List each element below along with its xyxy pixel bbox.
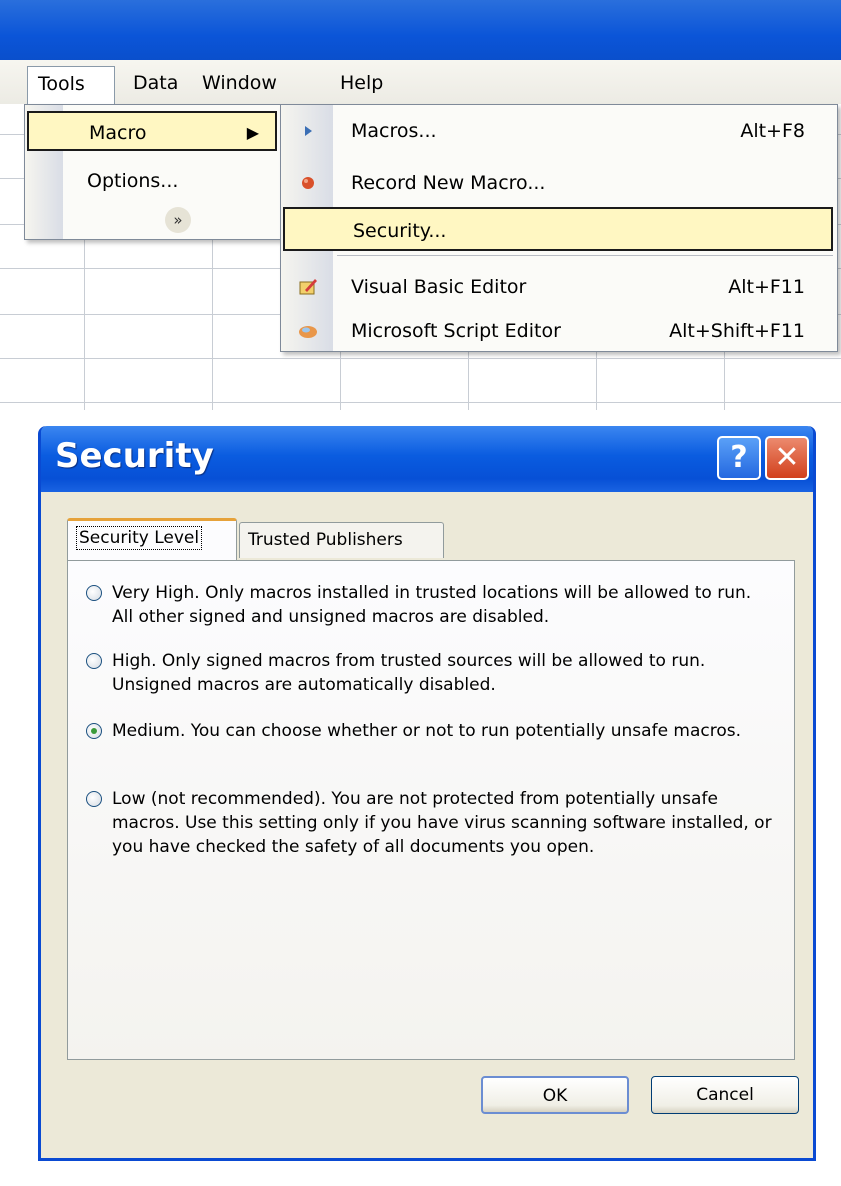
menu-item-macros-label: Macros... [351, 120, 437, 142]
option-high-label: High. Only signed macros from trusted so… [112, 651, 706, 695]
menu-item-options[interactable]: Options... [27, 161, 277, 201]
menu-window[interactable]: Window [192, 66, 287, 100]
menu-item-record-label: Record New Macro... [351, 172, 546, 194]
menu-item-script-editor[interactable]: Microsoft Script Editor Alt+Shift+F11 [283, 309, 833, 353]
cancel-button[interactable]: Cancel [651, 1076, 799, 1114]
dialog-title: Security [55, 436, 214, 476]
menu-item-macro-label: Macro [89, 122, 147, 144]
window-title-bar [0, 0, 841, 60]
menu-item-script-editor-shortcut: Alt+Shift+F11 [669, 320, 805, 342]
security-level-panel: Very High. Only macros installed in trus… [67, 560, 795, 1060]
menu-separator [337, 255, 833, 256]
menu-item-vbe-shortcut: Alt+F11 [728, 276, 805, 298]
tab-trusted-publishers-label: Trusted Publishers [248, 530, 403, 550]
menu-item-vbe-label: Visual Basic Editor [351, 276, 527, 298]
radio-very-high[interactable] [86, 585, 102, 601]
menu-tools[interactable]: Tools [27, 66, 115, 104]
option-medium-label: Medium. You can choose whether or not to… [112, 721, 742, 741]
menu-window-label: Window [202, 72, 277, 94]
option-low-label: Low (not recommended). You are not prote… [112, 789, 772, 857]
chevron-double-down-icon[interactable]: » [165, 207, 191, 233]
tab-trusted-publishers[interactable]: Trusted Publishers [239, 522, 444, 558]
menu-item-security[interactable]: Security... [283, 207, 833, 251]
play-icon [305, 126, 312, 136]
tab-security-level[interactable]: Security Level [67, 518, 237, 560]
menu-item-visual-basic-editor[interactable]: Visual Basic Editor Alt+F11 [283, 265, 833, 309]
menu-data[interactable]: Data [123, 66, 188, 100]
tab-security-level-label: Security Level [76, 526, 203, 550]
menu-help[interactable]: Help [330, 66, 393, 100]
ok-button[interactable]: OK [481, 1076, 629, 1114]
menu-help-label: Help [340, 72, 384, 94]
option-very-high-label: Very High. Only macros installed in trus… [112, 583, 752, 627]
menu-item-macro[interactable]: Macro ▶ [27, 111, 277, 151]
security-dialog: Security ? ✕ Security Level Trusted Publ… [38, 426, 816, 1161]
excel-menu-screenshot: Tools Data Window Help Macro ▶ Options..… [0, 0, 841, 410]
close-icon[interactable]: ✕ [765, 436, 809, 480]
menu-data-label: Data [133, 72, 179, 94]
menu-item-record-new-macro[interactable]: Record New Macro... [283, 161, 833, 205]
menu-item-script-editor-label: Microsoft Script Editor [351, 320, 561, 342]
submenu-arrow-icon: ▶ [246, 123, 259, 142]
menu-item-macros-shortcut: Alt+F8 [740, 120, 805, 142]
menu-item-options-label: Options... [87, 170, 179, 192]
menu-tools-label: Tools [38, 73, 85, 95]
vb-editor-icon [299, 279, 317, 295]
radio-low[interactable] [86, 791, 102, 807]
menu-item-security-label: Security... [353, 220, 447, 242]
help-icon[interactable]: ? [717, 436, 761, 480]
radio-selected-dot [91, 728, 97, 734]
dialog-title-bar: Security ? ✕ [41, 426, 813, 492]
macro-submenu: Macros... Alt+F8 Record New Macro... Sec… [280, 104, 838, 352]
menu-item-macros[interactable]: Macros... Alt+F8 [283, 109, 833, 153]
script-editor-icon [299, 326, 317, 338]
tools-dropdown-menu: Macro ▶ Options... » [24, 104, 282, 240]
radio-high[interactable] [86, 653, 102, 669]
radio-medium[interactable] [86, 723, 102, 739]
record-icon [302, 177, 314, 189]
